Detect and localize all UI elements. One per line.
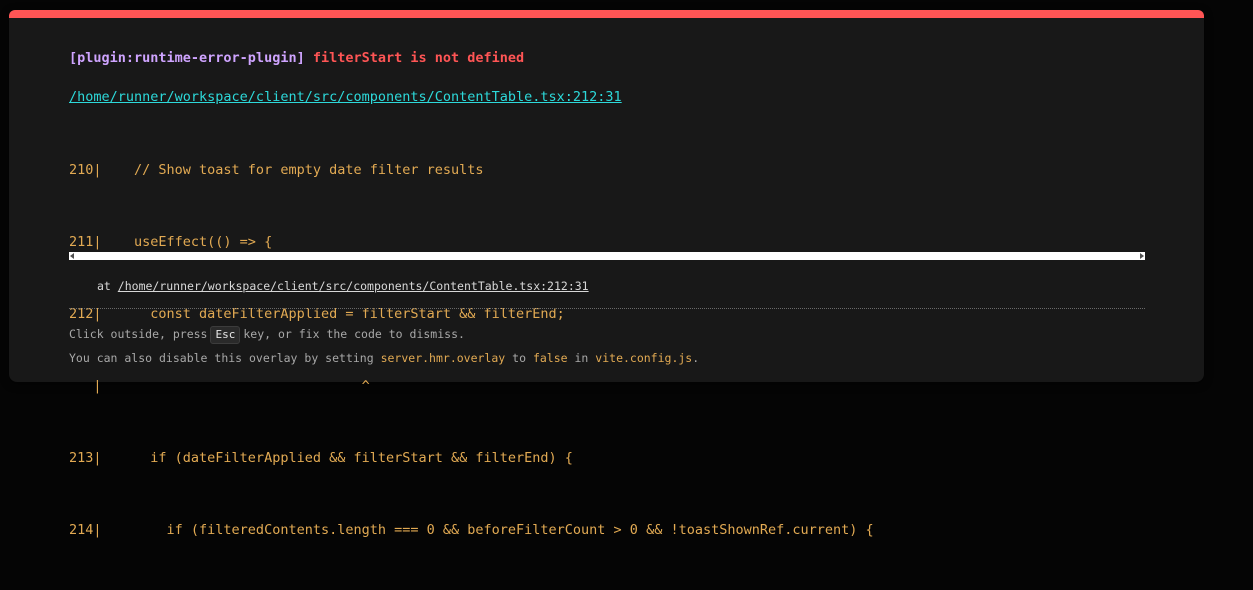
false-value: false [532, 351, 568, 365]
code-frame-line: 211| useEffect(() => { [69, 234, 273, 250]
code-frame-caret-line: | ^ [69, 378, 370, 394]
error-file-link[interactable]: /home/runner/workspace/client/src/compon… [69, 88, 622, 106]
stack-trace: at /home/runner/workspace/client/src/com… [97, 278, 589, 294]
tip-text: You can also disable this overlay by set… [69, 351, 374, 365]
code-frame-line: 214| if (filteredContents.length === 0 &… [69, 522, 874, 538]
code-frame-horizontal-scrollbar[interactable] [69, 252, 1145, 260]
error-overlay-window: [plugin:runtime-error-plugin] filterStar… [9, 10, 1204, 538]
error-message: [plugin:runtime-error-plugin] filterStar… [69, 49, 524, 67]
tip-divider [69, 308, 1145, 309]
scroll-right-arrow-icon[interactable] [1140, 253, 1144, 259]
code-frame-line: 210| // Show toast for empty date filter… [69, 162, 484, 178]
tip-text: to [512, 351, 526, 365]
error-message-text: filterStart is not defined [312, 50, 525, 66]
tip-text: in [574, 351, 589, 365]
dismiss-tip: Click outside, press Esc key, or fix the c… [69, 326, 465, 344]
disable-overlay-tip: You can also disable this overlay by set… [69, 350, 699, 366]
code-frame-line: 212| const dateFilterApplied = filterSta… [69, 306, 565, 322]
stack-prefix: at [97, 279, 111, 293]
config-option: server.hmr.overlay [380, 351, 506, 365]
esc-key: Esc [210, 326, 241, 344]
tip-text: . [692, 351, 700, 365]
plugin-tag: [plugin:runtime-error-plugin] [69, 50, 305, 66]
tip-text: Click outside, press [69, 327, 208, 341]
tip-text: key, or fix the code to dismiss. [243, 327, 465, 341]
stack-location-link[interactable]: /home/runner/workspace/client/src/compon… [118, 279, 589, 293]
scroll-left-arrow-icon[interactable] [70, 253, 74, 259]
config-file: vite.config.js [595, 351, 693, 365]
code-frame-line: 213| if (dateFilterApplied && filterStar… [69, 450, 573, 466]
